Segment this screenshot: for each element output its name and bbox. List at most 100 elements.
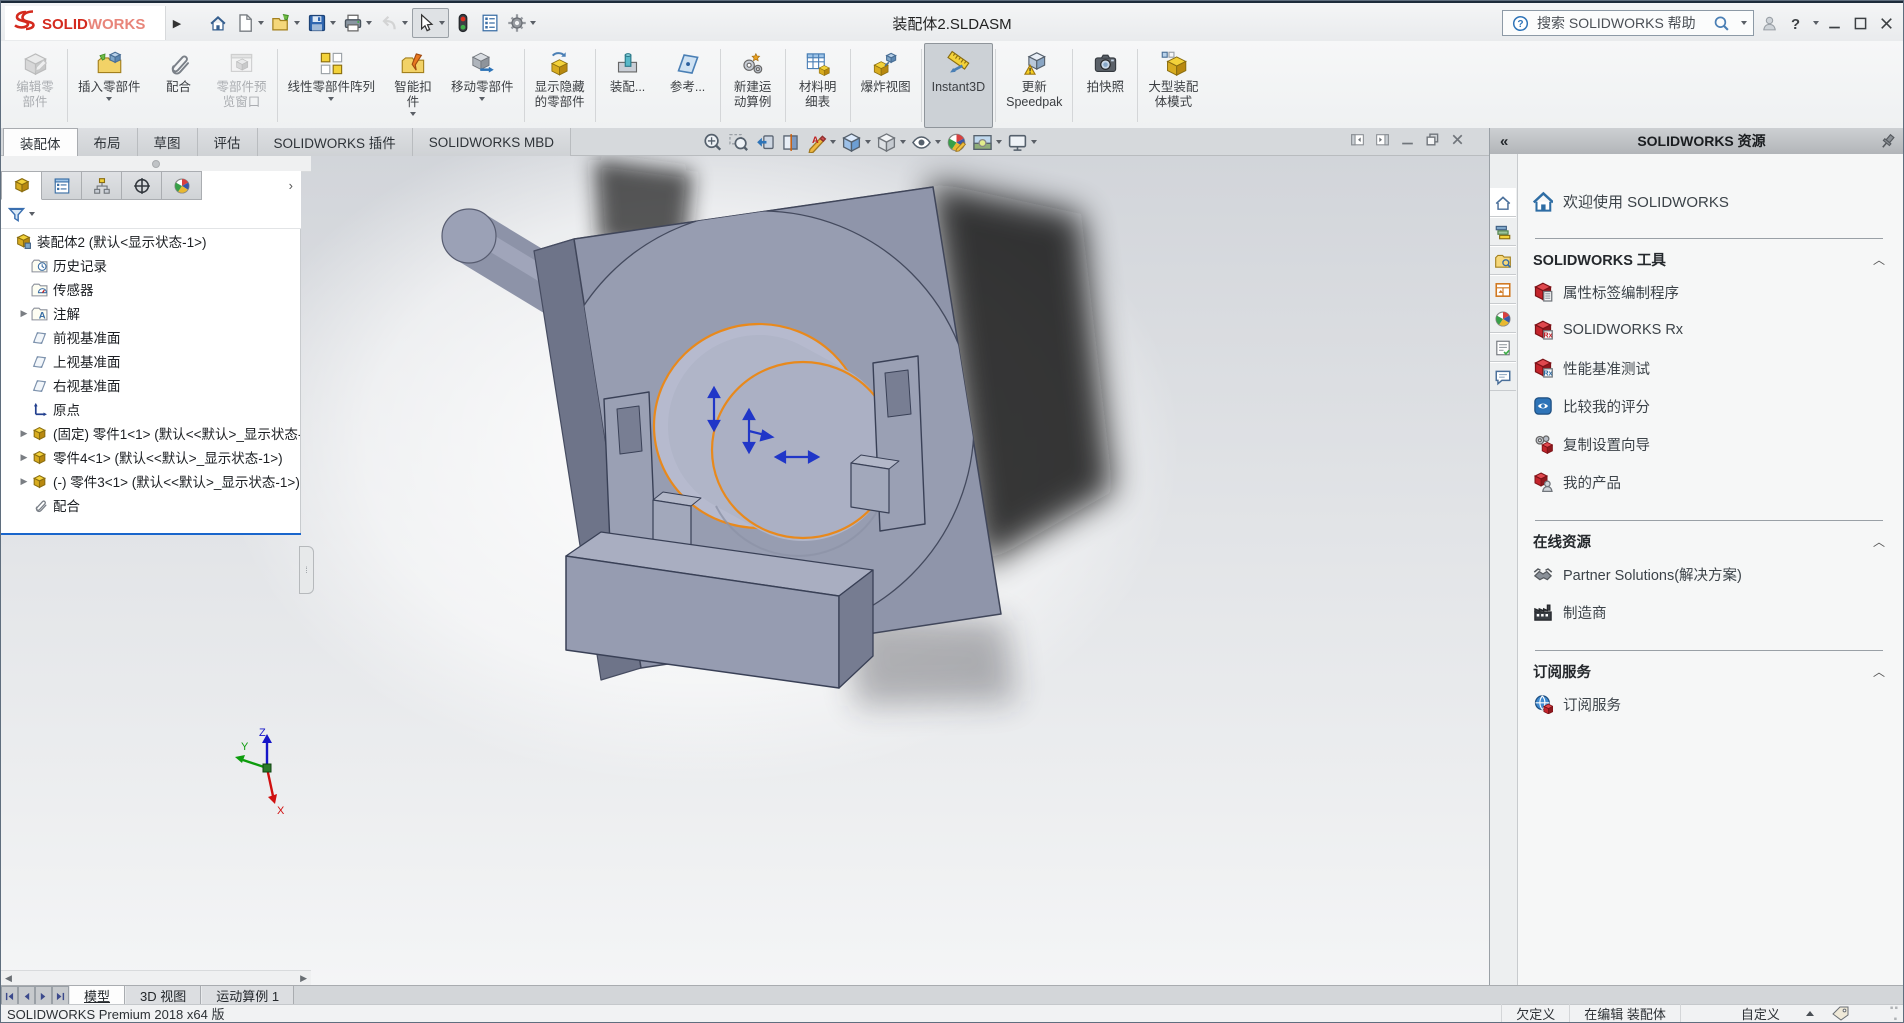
tree-item[interactable]: 装配体2 (默认<显示状态-1>) xyxy=(1,229,300,253)
resize-grip[interactable]: ▪▪ ▪ xyxy=(1890,1003,1899,1023)
panel-splitter-handle[interactable]: ⁞ xyxy=(299,546,314,594)
view-orientation-button[interactable] xyxy=(840,131,872,154)
tab-cmd-3[interactable]: 评估 xyxy=(198,128,258,156)
design-library-tab[interactable] xyxy=(1490,217,1516,246)
options-gear-caret-icon[interactable] xyxy=(530,21,536,25)
tree-item[interactable]: ▶A注解 xyxy=(1,301,300,325)
exploded-view-button[interactable]: 爆炸视图 xyxy=(853,43,919,128)
expand-caret-icon[interactable]: ▶ xyxy=(17,476,31,487)
undo-caret-icon[interactable] xyxy=(402,21,408,25)
save-caret-icon[interactable] xyxy=(330,21,336,25)
zoom-area-button[interactable] xyxy=(727,131,750,154)
tab-cmd-5[interactable]: SOLIDWORKS MBD xyxy=(413,128,571,156)
tree-tabs-expand-icon[interactable]: › xyxy=(289,178,293,193)
resources-home-tab[interactable] xyxy=(1490,188,1516,217)
dropdown-caret-icon[interactable] xyxy=(328,97,334,101)
display-style-button[interactable] xyxy=(875,131,907,154)
save-button[interactable] xyxy=(304,9,339,37)
model-tab-2[interactable]: 运动算例 1 xyxy=(201,986,294,1004)
pane-right-icon[interactable] xyxy=(1374,131,1391,148)
tab-cmd-4[interactable]: SOLIDWORKS 插件 xyxy=(258,128,413,156)
tab-cmd-1[interactable]: 布局 xyxy=(78,128,138,156)
manufacturers-link[interactable]: 制造商 xyxy=(1533,600,1885,624)
hide-show-items-button[interactable] xyxy=(910,131,942,154)
model-tab-1[interactable]: 3D 视图 xyxy=(125,986,201,1004)
smart-fasteners-button[interactable]: 智能扣 件 xyxy=(383,43,443,128)
new-document-caret-icon[interactable] xyxy=(258,21,264,25)
large-assembly-button[interactable]: 大型装配 体模式 xyxy=(1140,43,1206,128)
doc-close-icon[interactable] xyxy=(1449,131,1466,148)
tree-top-splitter[interactable] xyxy=(1,156,311,172)
zoom-fit-button[interactable] xyxy=(701,131,724,154)
scroll-right-icon[interactable]: ▶ xyxy=(300,973,307,984)
custom-properties-tab[interactable] xyxy=(1490,333,1516,362)
section-header[interactable]: 订阅服务︿ xyxy=(1533,661,1885,682)
tree-item[interactable]: ▶(固定) 零件1<1> (默认<<默认>_显示状态-1>) xyxy=(1,421,300,445)
login-icon[interactable] xyxy=(1758,12,1780,34)
featuremanager-tab[interactable] xyxy=(1,171,42,200)
compare-scores-link[interactable]: 比较我的评分 xyxy=(1533,394,1885,418)
tree-item[interactable]: ▶零件4<1> (默认<<默认>_显示状态-1>) xyxy=(1,445,300,469)
window-close-button[interactable] xyxy=(1875,12,1897,34)
dimxpertmanager-tab[interactable] xyxy=(122,171,162,200)
tree-filter-bar[interactable] xyxy=(1,200,301,229)
tab-cmd-2[interactable]: 草图 xyxy=(138,128,198,156)
tree-item[interactable]: 传感器 xyxy=(1,277,300,301)
section-header[interactable]: SOLIDWORKS 工具︿ xyxy=(1533,249,1885,270)
reference-geometry-button[interactable]: 参考... xyxy=(658,43,718,128)
hud-caret-icon[interactable] xyxy=(935,140,941,144)
menu-expander-arrow[interactable]: ▶ xyxy=(169,11,185,35)
rebuild-button[interactable] xyxy=(450,9,476,37)
hud-caret-icon[interactable] xyxy=(830,140,836,144)
print-button[interactable] xyxy=(340,9,375,37)
expand-caret-icon[interactable]: ▶ xyxy=(17,428,31,439)
appearances-scenes-tab[interactable] xyxy=(1490,304,1516,333)
performance-benchmark-link[interactable]: Rx性能基准测试 xyxy=(1533,356,1885,380)
search-options-caret[interactable] xyxy=(1741,21,1747,25)
doc-restore-icon[interactable] xyxy=(1424,131,1441,148)
select-arrow-button[interactable] xyxy=(412,8,449,38)
tree-item[interactable]: 上视基准面 xyxy=(1,349,300,373)
file-explorer-tab[interactable] xyxy=(1490,246,1516,275)
subscription-link[interactable]: 订阅服务 xyxy=(1533,692,1885,716)
update-speedpak-button[interactable]: 更新 Speedpak xyxy=(998,43,1070,128)
instant3d-button[interactable]: Instant3D xyxy=(924,43,994,128)
displaymanager-tab[interactable] xyxy=(162,171,202,200)
solidworks-rx-link[interactable]: RxSOLIDWORKS Rx xyxy=(1533,318,1885,342)
dropdown-caret-icon[interactable] xyxy=(479,97,485,101)
tree-item[interactable]: 右视基准面 xyxy=(1,373,300,397)
last-tab-button[interactable] xyxy=(52,986,69,1006)
hud-caret-icon[interactable] xyxy=(1031,140,1037,144)
my-products-link[interactable]: 我的产品 xyxy=(1533,470,1885,494)
pin-icon[interactable] xyxy=(1877,132,1895,150)
help-icon[interactable]: ? xyxy=(1784,12,1806,34)
tree-item[interactable]: ▶(-) 零件3<1> (默认<<默认>_显示状态-1>) xyxy=(1,469,300,493)
insert-component-button[interactable]: 插入零部件 xyxy=(70,43,149,128)
copy-settings-wizard-link[interactable]: 复制设置向导 xyxy=(1533,432,1885,456)
open-button[interactable] xyxy=(268,9,303,37)
expand-caret-icon[interactable]: ▶ xyxy=(17,308,31,319)
collapse-chevron-icon[interactable]: ︿ xyxy=(1873,663,1885,680)
scroll-left-icon[interactable]: ◀ xyxy=(5,973,12,984)
configurationmanager-tab[interactable] xyxy=(82,171,122,200)
window-maximize-button[interactable] xyxy=(1849,12,1871,34)
property-tab-builder-link[interactable]: 属性标签编制程序 xyxy=(1533,280,1885,304)
tree-item[interactable]: 原点 xyxy=(1,397,300,421)
assembly-features-button[interactable]: 装配... xyxy=(598,43,658,128)
hud-caret-icon[interactable] xyxy=(900,140,906,144)
window-minimize-button[interactable] xyxy=(1823,12,1845,34)
propertymanager-tab[interactable] xyxy=(42,171,82,200)
open-caret-icon[interactable] xyxy=(294,21,300,25)
tag-icon[interactable] xyxy=(1832,1006,1850,1021)
status-custom-menu[interactable]: 自定义 xyxy=(1680,1004,1832,1023)
forum-tab[interactable] xyxy=(1490,362,1516,391)
hud-caret-icon[interactable] xyxy=(865,140,871,144)
collapse-panel-icon[interactable]: « xyxy=(1500,133,1526,150)
apply-scene-button[interactable] xyxy=(971,131,1003,154)
mate-button[interactable]: 配合 xyxy=(149,43,209,128)
dynamic-annotation-button[interactable]: A xyxy=(805,131,837,154)
search-icon[interactable] xyxy=(1710,12,1732,34)
home-button[interactable] xyxy=(205,9,231,37)
undo-button[interactable] xyxy=(376,9,411,37)
search-box[interactable]: ? 搜索 SOLIDWORKS 帮助 xyxy=(1502,10,1754,36)
